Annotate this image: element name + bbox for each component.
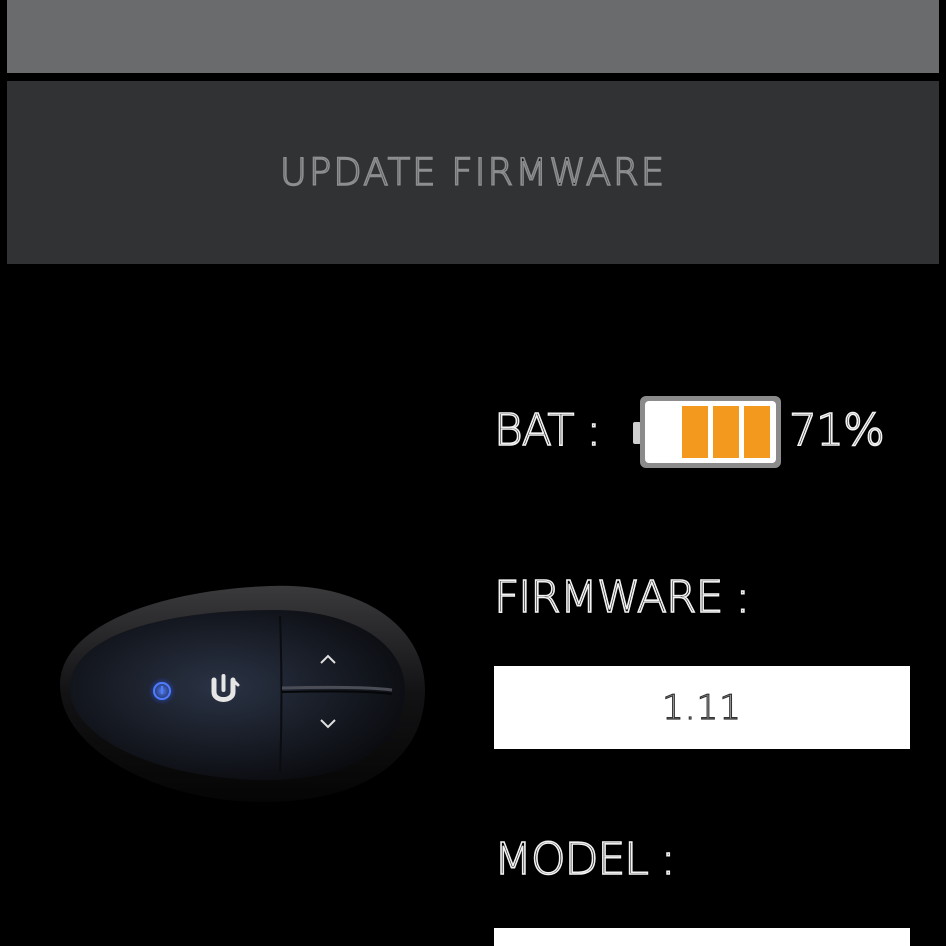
battery-segment xyxy=(682,406,708,458)
battery-segment xyxy=(744,406,770,458)
battery-segment xyxy=(713,406,739,458)
firmware-value-field: 1.11 xyxy=(494,666,910,749)
battery-label: BAT : xyxy=(493,404,602,457)
firmware-value: 1.11 xyxy=(662,687,742,728)
battery-percent: 71% xyxy=(788,404,885,457)
device-status-screen: Update Firmware xyxy=(0,0,946,946)
firmware-label: FIRMWARE : xyxy=(493,571,751,624)
update-firmware-button[interactable]: Update Firmware xyxy=(7,81,939,264)
model-value-field xyxy=(494,928,910,946)
battery-icon xyxy=(633,396,781,468)
device-image xyxy=(60,585,425,803)
model-label: MODEL : xyxy=(493,833,676,886)
top-bar[interactable] xyxy=(7,0,939,73)
update-firmware-label: Update Firmware xyxy=(279,150,667,195)
